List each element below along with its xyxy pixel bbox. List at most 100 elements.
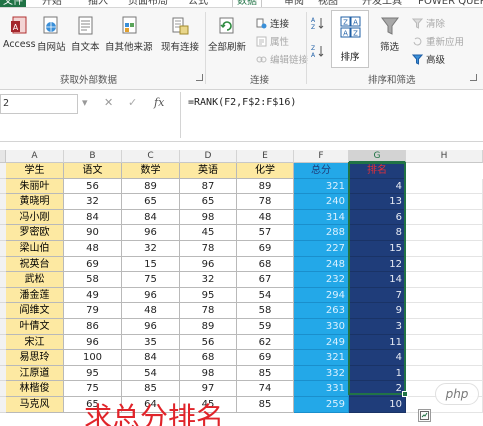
score-cell[interactable]: 78 — [180, 241, 237, 257]
sort-az-button[interactable]: AZ — [311, 16, 328, 31]
total-cell[interactable]: 227 — [294, 241, 349, 257]
score-cell[interactable]: 59 — [237, 319, 294, 335]
score-cell[interactable]: 89 — [180, 319, 237, 335]
column-header-d[interactable]: D — [180, 150, 237, 163]
column-header-f[interactable]: F — [294, 150, 349, 163]
edit-links-button[interactable]: 编辑链接 — [256, 52, 308, 66]
empty-cell[interactable] — [406, 178, 483, 195]
worksheet-grid[interactable]: ABCDEFGH 学生 语文 数学 英语 化学 总分 排名 朱丽叶 56 89 87 89 321 4 黄晓… — [0, 142, 483, 426]
header-cell[interactable]: 数学 — [122, 163, 180, 179]
total-cell[interactable]: 331 — [294, 381, 349, 397]
sort-filter-launcher-icon[interactable] — [470, 74, 477, 81]
student-name-cell[interactable]: 黄晓明 — [6, 194, 64, 210]
score-cell[interactable]: 85 — [237, 397, 294, 413]
student-name-cell[interactable]: 潘金莲 — [6, 287, 64, 304]
external-data-launcher-icon[interactable] — [196, 74, 203, 81]
empty-cell[interactable] — [406, 272, 483, 288]
total-cell[interactable]: 263 — [294, 303, 349, 319]
existing-connections-button[interactable]: 现有连接 — [161, 16, 199, 53]
score-cell[interactable]: 69 — [237, 241, 294, 257]
column-header-g[interactable]: G — [349, 150, 406, 163]
rank-cell[interactable]: 10 — [349, 397, 406, 413]
empty-cell[interactable] — [406, 256, 483, 273]
tab-power-query[interactable]: POWER QUERY — [418, 0, 483, 7]
score-cell[interactable]: 32 — [64, 194, 122, 210]
score-cell[interactable]: 87 — [180, 178, 237, 195]
student-name-cell[interactable]: 梁山伯 — [6, 241, 64, 257]
column-header-c[interactable]: C — [122, 150, 180, 163]
header-cell[interactable]: 总分 — [294, 163, 349, 179]
fill-handle[interactable] — [402, 391, 408, 397]
score-cell[interactable]: 68 — [180, 350, 237, 366]
clear-filter-button[interactable]: 清除 — [411, 16, 445, 30]
score-cell[interactable]: 74 — [237, 381, 294, 397]
total-cell[interactable]: 321 — [294, 178, 349, 195]
score-cell[interactable]: 57 — [237, 225, 294, 241]
access-button[interactable]: A Access — [3, 16, 36, 50]
score-cell[interactable]: 95 — [180, 287, 237, 304]
score-cell[interactable]: 96 — [180, 256, 237, 273]
formula-input[interactable]: =RANK(F2,F$2:F$16) — [188, 97, 296, 108]
score-cell[interactable]: 90 — [64, 225, 122, 241]
tab-developer[interactable]: 开发工具 — [362, 0, 402, 7]
score-cell[interactable]: 54 — [122, 365, 180, 382]
column-header-h[interactable]: H — [406, 150, 483, 163]
score-cell[interactable]: 68 — [237, 256, 294, 273]
total-cell[interactable]: 332 — [294, 365, 349, 382]
score-cell[interactable]: 58 — [64, 272, 122, 288]
total-cell[interactable]: 314 — [294, 209, 349, 226]
student-name-cell[interactable]: 林楷俊 — [6, 381, 64, 397]
tab-home[interactable]: 开始 — [42, 0, 62, 7]
from-text-button[interactable]: 自文本 — [71, 16, 100, 53]
student-name-cell[interactable]: 叶倩文 — [6, 319, 64, 335]
empty-cell[interactable] — [406, 303, 483, 319]
student-name-cell[interactable]: 朱丽叶 — [6, 178, 64, 195]
tab-review[interactable]: 审阅 — [284, 0, 304, 7]
empty-cell[interactable] — [406, 209, 483, 226]
header-cell[interactable]: 排名 — [349, 163, 406, 179]
score-cell[interactable]: 54 — [237, 287, 294, 304]
score-cell[interactable]: 69 — [237, 350, 294, 366]
reapply-button[interactable]: 重新应用 — [412, 34, 464, 48]
tab-data[interactable]: 数据 — [232, 0, 262, 7]
score-cell[interactable]: 75 — [122, 272, 180, 288]
name-box[interactable]: 2 — [0, 94, 78, 114]
enter-icon[interactable]: ✓ — [128, 96, 137, 109]
student-name-cell[interactable]: 宋江 — [6, 334, 64, 351]
score-cell[interactable]: 75 — [64, 381, 122, 397]
refresh-all-button[interactable]: 全部刷新 — [208, 16, 246, 53]
total-cell[interactable]: 259 — [294, 397, 349, 413]
tab-page-layout[interactable]: 页面布局 — [128, 0, 168, 7]
score-cell[interactable]: 95 — [64, 365, 122, 382]
score-cell[interactable]: 62 — [237, 334, 294, 351]
score-cell[interactable]: 97 — [180, 381, 237, 397]
header-cell[interactable]: 学生 — [6, 163, 64, 179]
score-cell[interactable]: 96 — [122, 225, 180, 241]
student-name-cell[interactable]: 阎维文 — [6, 303, 64, 319]
score-cell[interactable]: 58 — [237, 303, 294, 319]
rank-cell[interactable]: 13 — [349, 194, 406, 210]
total-cell[interactable]: 249 — [294, 334, 349, 351]
total-cell[interactable]: 288 — [294, 225, 349, 241]
student-name-cell[interactable]: 罗密欧 — [6, 225, 64, 241]
empty-cell[interactable] — [406, 319, 483, 335]
student-name-cell[interactable]: 易思玲 — [6, 350, 64, 366]
student-name-cell[interactable]: 武松 — [6, 272, 64, 288]
rank-cell[interactable]: 7 — [349, 287, 406, 304]
score-cell[interactable]: 32 — [122, 241, 180, 257]
advanced-filter-button[interactable]: 高级 — [411, 52, 445, 66]
empty-cell[interactable] — [406, 334, 483, 351]
score-cell[interactable]: 48 — [64, 241, 122, 257]
score-cell[interactable]: 49 — [64, 287, 122, 304]
empty-cell[interactable] — [406, 365, 483, 382]
score-cell[interactable]: 48 — [237, 209, 294, 226]
column-header-b[interactable]: B — [64, 150, 122, 163]
filter-button[interactable]: 筛选 — [380, 16, 399, 53]
insert-function-icon[interactable]: fx — [154, 96, 164, 109]
score-cell[interactable]: 100 — [64, 350, 122, 366]
student-name-cell[interactable]: 江原道 — [6, 365, 64, 382]
student-name-cell[interactable]: 马克风 — [6, 397, 64, 413]
rank-cell[interactable]: 2 — [349, 381, 406, 397]
rank-cell[interactable]: 12 — [349, 256, 406, 273]
total-cell[interactable]: 232 — [294, 272, 349, 288]
